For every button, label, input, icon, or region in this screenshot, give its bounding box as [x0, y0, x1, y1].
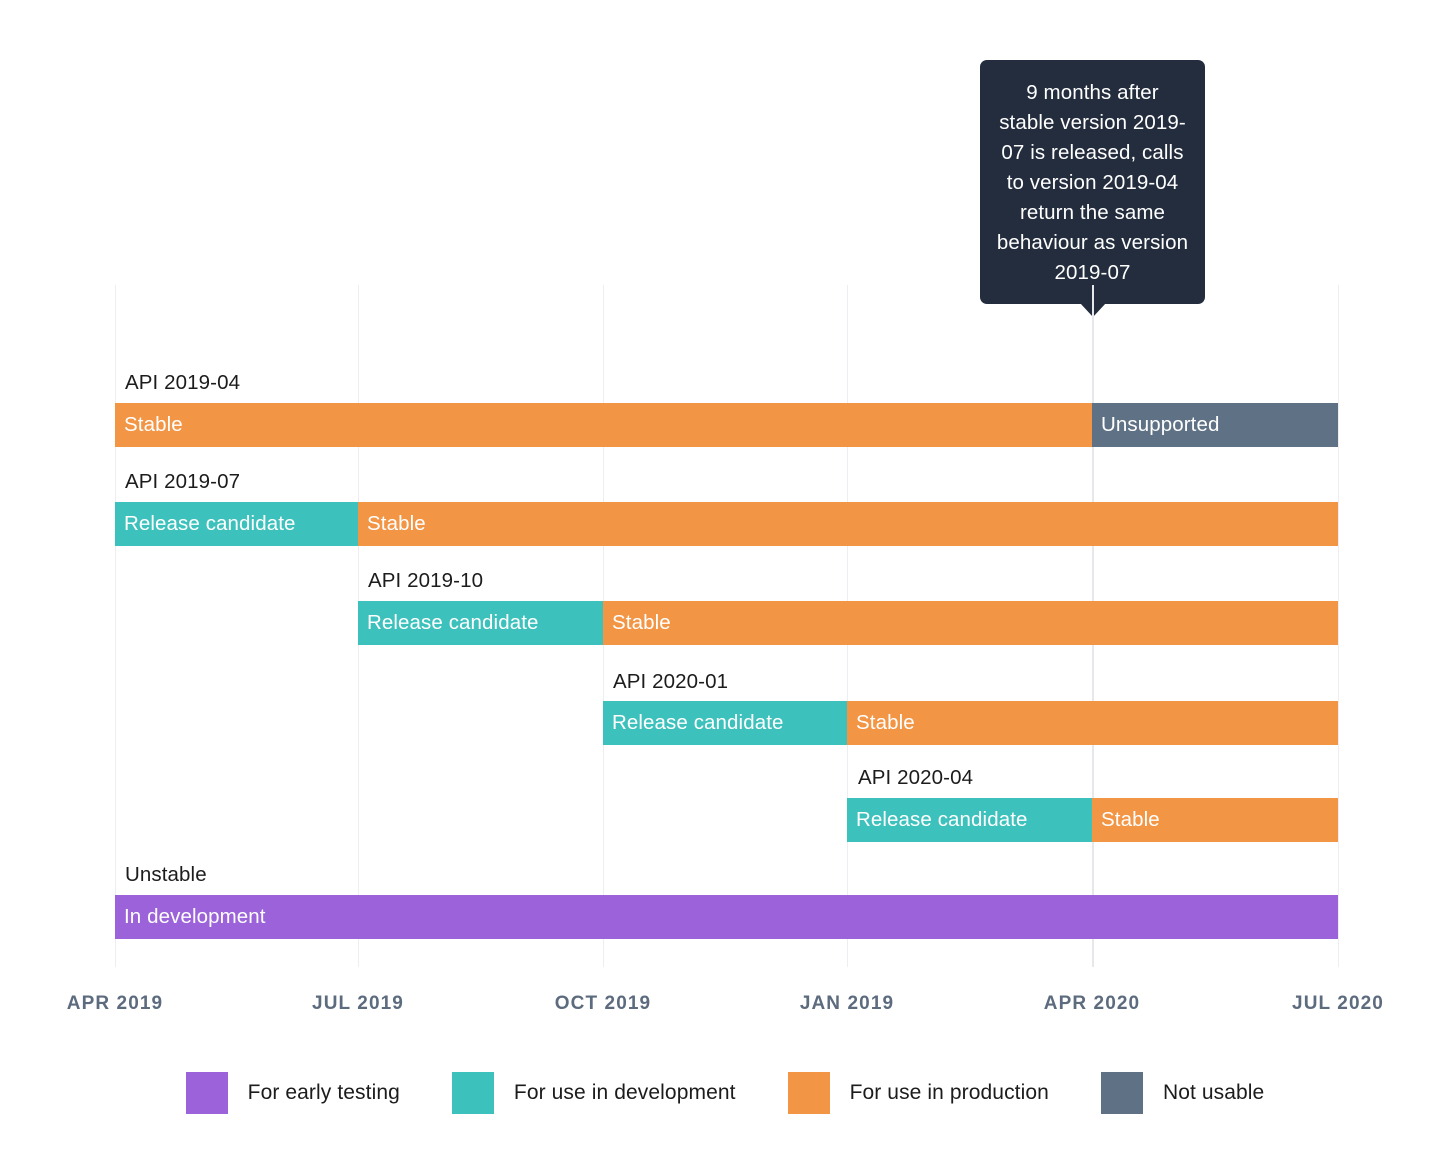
legend-item[interactable]: For use in production [787, 1072, 1049, 1114]
row-title: Unstable [125, 863, 207, 886]
row-title: API 2020-04 [858, 766, 974, 789]
timeline-row: Release candidate Stable [0, 701, 1450, 745]
chart-legend: For early testing For use in development F… [0, 1072, 1450, 1114]
x-axis-tick-label: JUL 2020 [1292, 993, 1384, 1014]
legend-swatch-icon [185, 1072, 228, 1114]
x-axis-tick-label: APR 2020 [1043, 993, 1141, 1014]
bar-segment-release-candidate[interactable]: Release candidate [603, 701, 847, 745]
tooltip-callout: 9 months after stable version 2019-07 is… [980, 60, 1205, 317]
x-axis-tick-label: JUL 2019 [312, 993, 404, 1014]
row-title: API 2019-04 [125, 371, 241, 394]
timeline-row: Stable Unsupported [0, 403, 1450, 447]
legend-label: Not usable [1162, 1081, 1265, 1104]
x-axis-tick-label: APR 2019 [66, 993, 164, 1014]
bar-segment-release-candidate[interactable]: Release candidate [847, 798, 1092, 842]
legend-label: For use in development [513, 1081, 736, 1104]
tooltip-text: 9 months after stable version 2019-07 is… [996, 81, 1189, 284]
bar-segment-stable[interactable]: Stable [847, 701, 1338, 745]
timeline-row: Release candidate Stable [0, 798, 1450, 842]
bar-segment-stable[interactable]: Stable [115, 403, 1092, 447]
timeline-row: Release candidate Stable [0, 601, 1450, 645]
timeline-row: In development [0, 895, 1450, 939]
row-title: API 2019-07 [125, 470, 241, 493]
legend-item[interactable]: For early testing [185, 1072, 400, 1114]
legend-item[interactable]: For use in development [451, 1072, 736, 1114]
legend-swatch-icon [451, 1072, 494, 1114]
bar-segment-release-candidate[interactable]: Release candidate [115, 502, 358, 546]
bar-segment-in-development[interactable]: In development [115, 895, 1338, 939]
row-title: API 2019-10 [368, 569, 484, 592]
legend-item[interactable]: Not usable [1100, 1072, 1265, 1114]
timeline-row: Release candidate Stable [0, 502, 1450, 546]
legend-swatch-icon [787, 1072, 830, 1114]
row-title: API 2020-01 [613, 670, 729, 693]
bar-segment-stable[interactable]: Stable [1092, 798, 1338, 842]
bar-segment-release-candidate[interactable]: Release candidate [358, 601, 603, 645]
bar-segment-stable[interactable]: Stable [358, 502, 1338, 546]
legend-swatch-icon [1100, 1072, 1143, 1114]
legend-label: For use in production [849, 1081, 1049, 1104]
x-axis-tick-label: OCT 2019 [554, 993, 652, 1014]
api-lifecycle-timeline-chart: 9 months after stable version 2019-07 is… [0, 0, 1450, 1164]
legend-label: For early testing [247, 1081, 400, 1104]
x-axis-tick-label: JAN 2019 [799, 993, 895, 1014]
bar-segment-unsupported[interactable]: Unsupported [1092, 403, 1338, 447]
bar-segment-stable[interactable]: Stable [603, 601, 1338, 645]
